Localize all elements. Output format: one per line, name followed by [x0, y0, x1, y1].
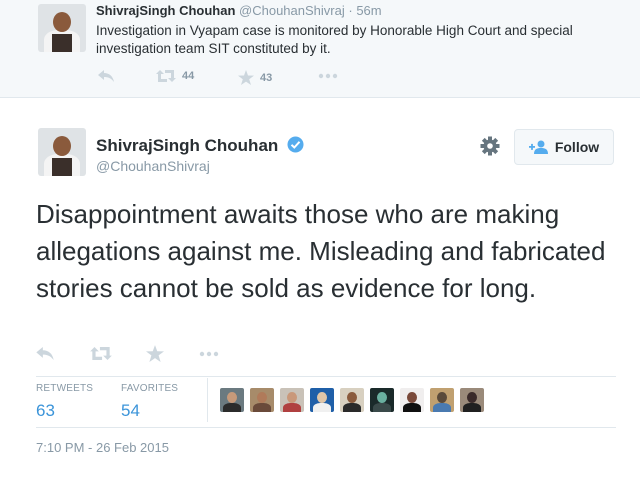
reply-button[interactable] [36, 347, 54, 360]
favorite-button[interactable] [146, 345, 164, 362]
favoriter-avatar[interactable] [460, 388, 484, 412]
tweet-timestamp[interactable]: 7:10 PM - 26 Feb 2015 [36, 440, 169, 455]
retweet-button[interactable]: 44 [156, 70, 194, 82]
favoriter-avatar[interactable] [250, 388, 274, 412]
divider [36, 376, 616, 377]
separator: · [348, 3, 353, 18]
tweet-text: Disappointment awaits those who are maki… [36, 199, 606, 303]
author-handle[interactable]: @ChouhanShivraj [239, 3, 345, 18]
reply-icon [98, 70, 114, 82]
follow-label: Follow [554, 139, 600, 155]
more-button[interactable] [198, 351, 220, 357]
retweet-count: 44 [182, 70, 195, 82]
follow-button[interactable]: Follow [514, 129, 614, 165]
more-icon [318, 73, 338, 79]
retweet-icon [90, 347, 112, 360]
author-handle[interactable]: @ChouhanShivraj [96, 158, 210, 174]
avatar[interactable] [38, 128, 86, 176]
follow-person-icon [528, 140, 549, 154]
favorite-icon [146, 345, 164, 362]
favorite-button[interactable]: 43 [238, 70, 272, 85]
favoriter-avatar[interactable] [370, 388, 394, 412]
tweet-text: Investigation in Vyapam case is monitore… [96, 23, 573, 56]
more-icon [198, 351, 220, 357]
author-name[interactable]: ShivrajSingh Chouhan [96, 136, 304, 156]
favoriter-avatar[interactable] [430, 388, 454, 412]
gear-icon[interactable] [480, 136, 500, 156]
tweet-time[interactable]: 56m [356, 3, 381, 18]
favoriter-avatar[interactable] [400, 388, 424, 412]
retweets-stat[interactable]: RETWEETS 63 [36, 383, 93, 421]
author-name[interactable]: ShivrajSingh Chouhan [96, 3, 235, 18]
favorites-stat[interactable]: FAVORITES 54 [121, 383, 178, 421]
tweet-header: ShivrajSingh Chouhan @ChouhanShivraj · 5… [96, 3, 382, 18]
favorite-icon [238, 70, 254, 85]
verified-icon [287, 136, 304, 153]
reply-icon [36, 347, 54, 360]
retweets-value: 63 [36, 401, 55, 420]
previous-tweet[interactable]: ShivrajSingh Chouhan @ChouhanShivraj · 5… [0, 0, 640, 98]
avatar[interactable] [38, 4, 86, 52]
divider [36, 427, 616, 428]
divider [207, 378, 208, 422]
favorites-value: 54 [121, 401, 140, 420]
reply-button[interactable] [98, 70, 114, 82]
favorites-label: FAVORITES [121, 383, 179, 394]
favoriters-list [220, 388, 484, 412]
favoriter-avatar[interactable] [220, 388, 244, 412]
retweet-button[interactable] [90, 347, 112, 360]
author-name-text[interactable]: ShivrajSingh Chouhan [96, 136, 278, 155]
favoriter-avatar[interactable] [340, 388, 364, 412]
favoriter-avatar[interactable] [280, 388, 304, 412]
favorite-count: 43 [260, 71, 273, 84]
retweets-label: RETWEETS [36, 383, 94, 394]
favoriter-avatar[interactable] [310, 388, 334, 412]
more-button[interactable] [318, 73, 338, 79]
retweet-icon [156, 70, 176, 82]
